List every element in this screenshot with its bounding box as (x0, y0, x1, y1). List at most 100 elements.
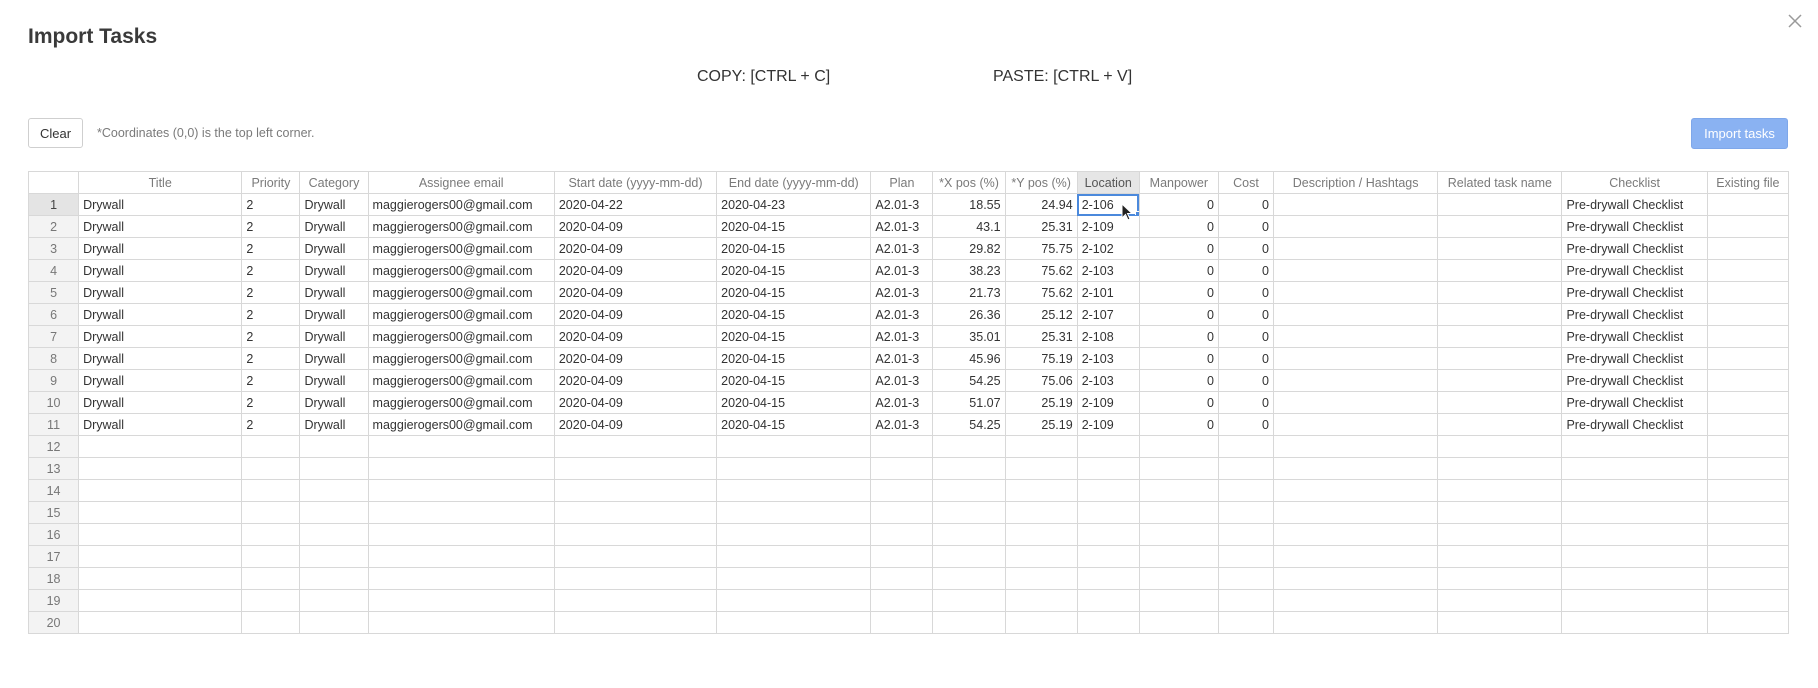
cell-priority[interactable]: 2 (241, 281, 301, 304)
cell-description-hashtags[interactable] (1272, 523, 1439, 546)
cell-plan[interactable]: A2.01-3 (870, 237, 934, 260)
cell-description-hashtags[interactable] (1272, 567, 1439, 590)
cell-category[interactable] (299, 545, 369, 568)
cell-related-task-name[interactable] (1437, 567, 1563, 590)
cell-start-date-yyyy-mm-dd[interactable]: 2020-04-09 (553, 215, 718, 238)
cell-related-task-name[interactable] (1437, 501, 1563, 524)
cell-category[interactable]: Drywall (299, 193, 369, 216)
cell-x-pos[interactable] (932, 501, 1006, 524)
close-icon[interactable] (1784, 10, 1806, 32)
cell-checklist[interactable] (1561, 523, 1708, 546)
cell-plan[interactable]: A2.01-3 (870, 303, 934, 326)
cell-category[interactable] (299, 523, 369, 546)
cell-assignee-email[interactable]: maggierogers00@gmail.com (367, 193, 555, 216)
column-header-start-date-yyyy-mm-dd[interactable]: Start date (yyyy-mm-dd) (553, 171, 718, 194)
column-header-checklist[interactable]: Checklist (1561, 171, 1708, 194)
cell-manpower[interactable] (1138, 479, 1219, 502)
cell-priority[interactable] (241, 435, 301, 458)
cell-plan[interactable] (870, 479, 934, 502)
cell-location[interactable]: 2-109 (1076, 413, 1140, 436)
cell-plan[interactable] (870, 457, 934, 480)
row-number[interactable]: 9 (27, 369, 80, 392)
cell-y-pos[interactable] (1004, 611, 1078, 634)
cell-manpower[interactable]: 0 (1138, 369, 1219, 392)
cell-priority[interactable] (241, 501, 301, 524)
cell-checklist[interactable]: Pre-drywall Checklist (1561, 369, 1708, 392)
cell-related-task-name[interactable] (1437, 391, 1563, 414)
cell-existing-file[interactable] (1706, 347, 1790, 370)
cell-end-date-yyyy-mm-dd[interactable] (716, 501, 872, 524)
cell-end-date-yyyy-mm-dd[interactable]: 2020-04-15 (716, 325, 872, 348)
cell-x-pos[interactable] (932, 611, 1006, 634)
cell-location[interactable]: 2-108 (1076, 325, 1140, 348)
cell-start-date-yyyy-mm-dd[interactable]: 2020-04-09 (553, 369, 718, 392)
row-number[interactable]: 3 (27, 237, 80, 260)
cell-start-date-yyyy-mm-dd[interactable] (553, 435, 718, 458)
cell-x-pos[interactable] (932, 457, 1006, 480)
cell-related-task-name[interactable] (1437, 523, 1563, 546)
cell-plan[interactable]: A2.01-3 (870, 413, 934, 436)
cell-end-date-yyyy-mm-dd[interactable]: 2020-04-15 (716, 413, 872, 436)
cell-checklist[interactable] (1561, 589, 1708, 612)
cell-checklist[interactable] (1561, 457, 1708, 480)
cell-plan[interactable]: A2.01-3 (870, 391, 934, 414)
cell-location[interactable] (1076, 545, 1140, 568)
cell-location[interactable] (1076, 435, 1140, 458)
cell-end-date-yyyy-mm-dd[interactable]: 2020-04-15 (716, 391, 872, 414)
column-header-priority[interactable]: Priority (241, 171, 301, 194)
cell-priority[interactable]: 2 (241, 259, 301, 282)
cell-manpower[interactable]: 0 (1138, 259, 1219, 282)
cell-cost[interactable] (1217, 589, 1275, 612)
cell-existing-file[interactable] (1706, 369, 1790, 392)
cell-checklist[interactable] (1561, 611, 1708, 634)
cell-cost[interactable] (1217, 435, 1275, 458)
cell-description-hashtags[interactable] (1272, 611, 1439, 634)
cell-existing-file[interactable] (1706, 545, 1790, 568)
cell-title[interactable] (78, 611, 243, 634)
cell-cost[interactable]: 0 (1217, 369, 1275, 392)
cell-title[interactable]: Drywall (78, 237, 243, 260)
cell-y-pos[interactable] (1004, 479, 1078, 502)
cell-title[interactable]: Drywall (78, 369, 243, 392)
cell-priority[interactable]: 2 (241, 303, 301, 326)
cell-start-date-yyyy-mm-dd[interactable]: 2020-04-22 (553, 193, 718, 216)
cell-manpower[interactable] (1138, 545, 1219, 568)
cell-y-pos[interactable] (1004, 545, 1078, 568)
cell-manpower[interactable]: 0 (1138, 413, 1219, 436)
cell-start-date-yyyy-mm-dd[interactable]: 2020-04-09 (553, 237, 718, 260)
cell-priority[interactable]: 2 (241, 413, 301, 436)
cell-x-pos[interactable] (932, 479, 1006, 502)
cell-description-hashtags[interactable] (1272, 435, 1439, 458)
cell-x-pos[interactable]: 26.36 (932, 303, 1006, 326)
cell-start-date-yyyy-mm-dd[interactable]: 2020-04-09 (553, 281, 718, 304)
column-header-end-date-yyyy-mm-dd[interactable]: End date (yyyy-mm-dd) (716, 171, 872, 194)
cell-title[interactable]: Drywall (78, 303, 243, 326)
cell-location[interactable]: 2-102 (1076, 237, 1140, 260)
cell-plan[interactable] (870, 501, 934, 524)
cell-category[interactable]: Drywall (299, 347, 369, 370)
cell-plan[interactable]: A2.01-3 (870, 281, 934, 304)
cell-location[interactable]: 2-109 (1076, 215, 1140, 238)
cell-checklist[interactable] (1561, 479, 1708, 502)
cell-x-pos[interactable]: 54.25 (932, 369, 1006, 392)
cell-assignee-email[interactable]: maggierogers00@gmail.com (367, 391, 555, 414)
clear-button[interactable]: Clear (28, 118, 83, 148)
cell-location[interactable] (1076, 501, 1140, 524)
column-header-manpower[interactable]: Manpower (1138, 171, 1219, 194)
cell-priority[interactable] (241, 457, 301, 480)
cell-location[interactable] (1076, 479, 1140, 502)
cell-title[interactable]: Drywall (78, 215, 243, 238)
row-number[interactable]: 12 (27, 435, 80, 458)
cell-related-task-name[interactable] (1437, 193, 1563, 216)
cell-description-hashtags[interactable] (1272, 281, 1439, 304)
cell-description-hashtags[interactable] (1272, 259, 1439, 282)
cell-description-hashtags[interactable] (1272, 545, 1439, 568)
cell-category[interactable]: Drywall (299, 259, 369, 282)
column-header-plan[interactable]: Plan (870, 171, 934, 194)
cell-cost[interactable]: 0 (1217, 413, 1275, 436)
cell-existing-file[interactable] (1706, 413, 1790, 436)
cell-category[interactable] (299, 479, 369, 502)
cell-start-date-yyyy-mm-dd[interactable] (553, 523, 718, 546)
cell-plan[interactable] (870, 545, 934, 568)
cell-assignee-email[interactable]: maggierogers00@gmail.com (367, 259, 555, 282)
